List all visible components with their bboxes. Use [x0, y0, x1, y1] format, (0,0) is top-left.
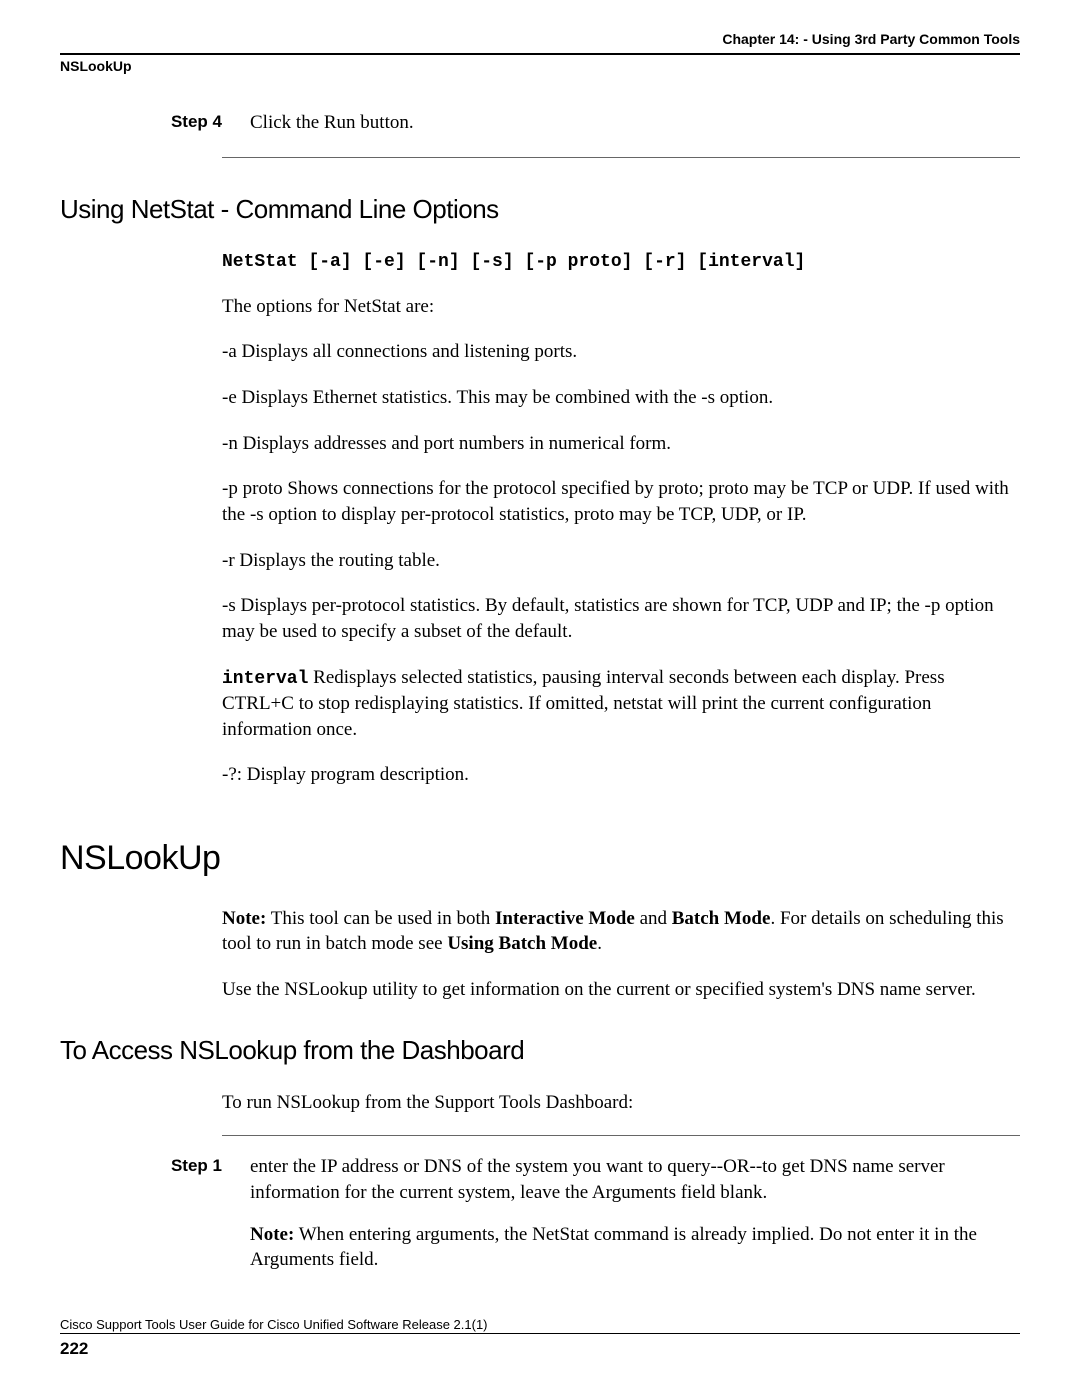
header-chapter: Chapter 14: - Using 3rd Party Common Too… — [60, 30, 1020, 49]
separator-2 — [222, 1135, 1020, 1136]
netstat-opt-r: -r Displays the routing table. — [222, 548, 1020, 574]
netstat-interval-kw: interval — [222, 669, 308, 689]
note-end: . — [597, 933, 602, 954]
access-intro: To run NSLookup from the Support Tools D… — [222, 1090, 1020, 1116]
note-prefix: Note: — [222, 908, 266, 929]
note-bold3: Using Batch Mode — [447, 933, 597, 954]
page: Chapter 14: - Using 3rd Party Common Too… — [0, 0, 1080, 1397]
netstat-interval: interval Redisplays selected statistics,… — [222, 665, 1020, 743]
note-part1: This tool can be used in both — [266, 908, 495, 929]
step-1-note: Note: When entering arguments, the NetSt… — [250, 1222, 1020, 1273]
step-4-separator-wrap — [222, 157, 1020, 158]
netstat-opt-p: -p proto Shows connections for the proto… — [222, 476, 1020, 527]
step-1-text: enter the IP address or DNS of the syste… — [250, 1154, 1020, 1205]
note-mid: and — [635, 908, 672, 929]
netstat-interval-rest: Redisplays selected statistics, pausing … — [222, 667, 945, 740]
separator — [222, 157, 1020, 158]
netstat-opt-n: -n Displays addresses and port numbers i… — [222, 431, 1020, 457]
netstat-body: NetStat [-a] [-e] [-n] [-s] [-p proto] [… — [222, 250, 1020, 788]
footer-rule — [60, 1333, 1020, 1334]
step-1-body: enter the IP address or DNS of the syste… — [222, 1154, 1020, 1273]
netstat-opt-a: -a Displays all connections and listenin… — [222, 339, 1020, 365]
netstat-syntax: NetStat [-a] [-e] [-n] [-s] [-p proto] [… — [222, 250, 1020, 274]
nslookup-heading: NSLookUp — [60, 836, 1020, 882]
netstat-opt-q: -?: Display program description. — [222, 762, 1020, 788]
note-bold1: Interactive Mode — [495, 908, 635, 929]
header-rule — [60, 53, 1020, 55]
nslookup-note: Note: This tool can be used in both Inte… — [222, 906, 1020, 957]
step-1-label: Step 1 — [60, 1154, 222, 1178]
footer-guide: Cisco Support Tools User Guide for Cisco… — [60, 1316, 1020, 1334]
step-4-text: Click the Run button. — [250, 112, 414, 133]
access-heading: To Access NSLookup from the Dashboard — [60, 1033, 1020, 1068]
note-bold2: Batch Mode — [672, 908, 771, 929]
step-4-row: Step 4 Click the Run button. — [60, 110, 1020, 136]
header-section: NSLookUp — [60, 57, 1020, 76]
netstat-heading: Using NetStat - Command Line Options — [60, 192, 1020, 227]
step-4-label: Step 4 — [60, 110, 222, 134]
nslookup-usage: Use the NSLookup utility to get informat… — [222, 977, 1020, 1003]
step-4-body: Click the Run button. — [222, 110, 1020, 136]
step-1-row: Step 1 enter the IP address or DNS of th… — [60, 1154, 1020, 1273]
netstat-opt-e: -e Displays Ethernet statistics. This ma… — [222, 385, 1020, 411]
page-number: 222 — [60, 1338, 1020, 1361]
netstat-intro: The options for NetStat are: — [222, 294, 1020, 320]
step-1-note-rest: When entering arguments, the NetStat com… — [250, 1224, 977, 1271]
footer: Cisco Support Tools User Guide for Cisco… — [60, 1316, 1020, 1361]
netstat-opt-s: -s Displays per-protocol statistics. By … — [222, 593, 1020, 644]
nslookup-body: Note: This tool can be used in both Inte… — [222, 906, 1020, 1003]
access-body: To run NSLookup from the Support Tools D… — [222, 1090, 1020, 1137]
step-1-note-prefix: Note: — [250, 1224, 294, 1245]
